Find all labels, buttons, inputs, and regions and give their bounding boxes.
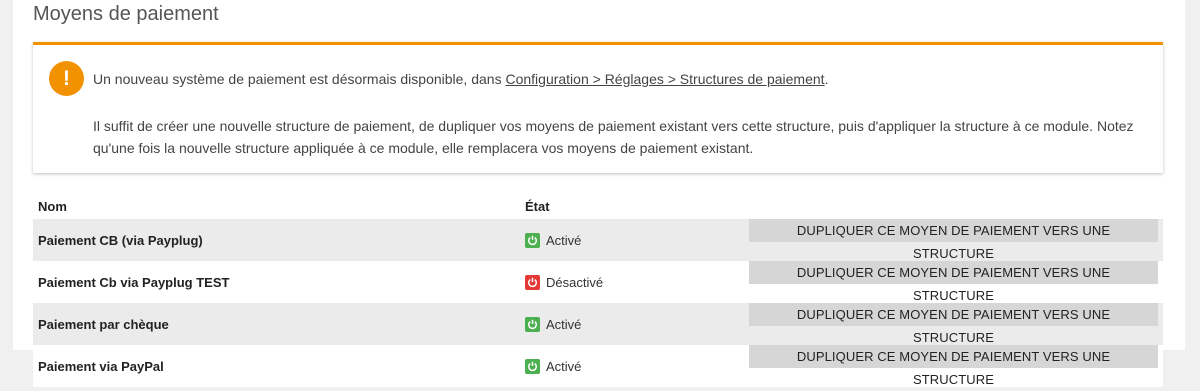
duplicate-button[interactable]: DUPLIQUER CE MOYEN DE PAIEMENT VERS UNE … — [749, 261, 1158, 303]
payment-method-name: Paiement via PayPal — [33, 345, 520, 387]
duplicate-button[interactable]: DUPLIQUER CE MOYEN DE PAIEMENT VERS UNE … — [749, 345, 1158, 387]
info-notice: ! Un nouveau système de paiement est dés… — [33, 42, 1163, 173]
state-label: Activé — [546, 316, 582, 332]
payment-method-name: Paiement Cb via Payplug TEST — [33, 261, 520, 303]
table-row: Paiement par chèque Activé DUPLIQUER CE … — [33, 303, 1163, 345]
table-row: Paiement Cb via Payplug TEST Désactivé D… — [33, 261, 1163, 303]
notice-line1: Un nouveau système de paiement est désor… — [93, 71, 828, 87]
page-container: Moyens de paiement ! Un nouveau système … — [13, 0, 1185, 387]
payment-method-name: Paiement par chèque — [33, 303, 520, 345]
action-cell: DUPLIQUER CE MOYEN DE PAIEMENT VERS UNE … — [744, 261, 1163, 303]
table-row: Paiement CB (via Payplug) Activé DUPLIQU… — [33, 219, 1163, 261]
table-row: Paiement via PayPal Activé DUPLIQUER CE … — [33, 345, 1163, 387]
payment-method-state[interactable]: Activé — [520, 303, 744, 345]
payment-method-state[interactable]: Activé — [520, 219, 744, 261]
power-icon[interactable] — [525, 316, 540, 332]
exclamation-icon: ! — [49, 61, 84, 96]
payment-method-state[interactable]: Activé — [520, 345, 744, 387]
state-label: Désactivé — [546, 274, 604, 290]
notice-text-suffix: . — [824, 71, 829, 87]
power-icon[interactable] — [525, 232, 540, 248]
page-title: Moyens de paiement — [33, 3, 219, 25]
payment-method-state[interactable]: Désactivé — [520, 261, 744, 303]
column-header-action — [744, 193, 1163, 219]
payment-structures-link[interactable]: Configuration > Réglages > Structures de… — [505, 71, 824, 87]
notice-text-prefix: Un nouveau système de paiement est désor… — [93, 71, 506, 87]
power-icon[interactable] — [525, 358, 540, 374]
action-cell: DUPLIQUER CE MOYEN DE PAIEMENT VERS UNE … — [744, 303, 1163, 345]
table-header-row: Nom État — [33, 193, 1163, 219]
column-header-name: Nom — [38, 198, 67, 214]
power-icon[interactable] — [525, 274, 540, 290]
state-label: Activé — [546, 232, 582, 248]
state-label: Activé — [546, 358, 582, 374]
action-cell: DUPLIQUER CE MOYEN DE PAIEMENT VERS UNE … — [744, 345, 1163, 387]
column-header-state: État — [525, 198, 550, 214]
payment-methods-table: Nom État Paiement CB (via Payplug) Activ… — [33, 193, 1163, 387]
duplicate-button[interactable]: DUPLIQUER CE MOYEN DE PAIEMENT VERS UNE … — [749, 303, 1158, 345]
action-cell: DUPLIQUER CE MOYEN DE PAIEMENT VERS UNE … — [744, 219, 1163, 261]
payment-method-name: Paiement CB (via Payplug) — [33, 219, 520, 261]
duplicate-button[interactable]: DUPLIQUER CE MOYEN DE PAIEMENT VERS UNE … — [749, 219, 1158, 261]
notice-paragraph: Il suffit de créer une nouvelle structur… — [93, 118, 1134, 156]
